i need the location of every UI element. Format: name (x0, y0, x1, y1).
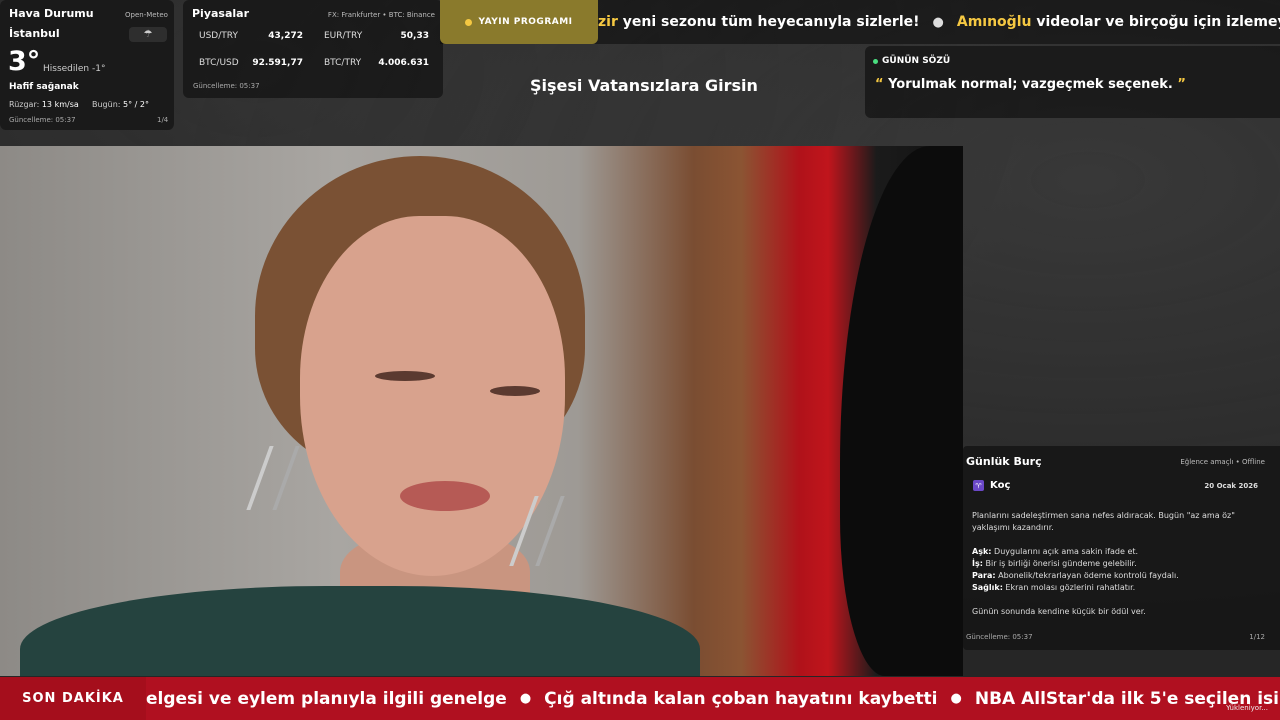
horoscope-closing: Günün sonunda kendine küçük bir ödül ver… (972, 607, 1146, 616)
dot-icon (465, 18, 473, 26)
ticker-highlight: zir (598, 14, 618, 30)
wind-value: 13 km/sa (41, 100, 79, 109)
markets-updated: Güncelleme: 05:37 (193, 82, 260, 90)
wind-label: Rüzgar: (9, 100, 40, 109)
news-item: Çığ altında kalan çoban hayatını kaybett… (544, 688, 938, 709)
weather-city: İstanbul (9, 27, 60, 40)
line-text: Bir iş birliği önerisi gündeme gelebilir… (982, 559, 1137, 568)
horoscope-body: Planlarını sadeleştirmen sana nefes aldı… (972, 510, 1272, 618)
loading-text: Yükleniyor... (1226, 704, 1268, 712)
stream-title: Şişesi Vatansızlara Girsin (530, 76, 758, 95)
horoscope-date: 20 Ocak 2026 (1204, 482, 1258, 490)
ticker-text: videolar ve birçoğu için izlemeye (1031, 14, 1280, 30)
horoscope-title: Günlük Burç (966, 455, 1042, 468)
market-label: EUR/TRY (324, 31, 363, 41)
today-value: 5° / 2° (123, 100, 149, 109)
horoscope-line: İş: Bir iş birliği önerisi gündeme geleb… (972, 558, 1272, 570)
bullet-icon: ● (950, 691, 962, 706)
video-frame-earring (246, 446, 300, 510)
today-label: Bugün: (92, 100, 121, 109)
market-value: 50,33 (400, 31, 429, 41)
weather-title: Hava Durumu (9, 7, 94, 20)
quote-widget: GÜNÜN SÖZÜ “ Yorulmak normal; vazgeçmek … (865, 46, 1280, 118)
breaking-news-label: SON DAKİKA (0, 677, 146, 720)
announcement-track: zir yeni sezonu tüm heyecanıyla sizlerle… (598, 0, 1280, 44)
market-value: 43,272 (268, 31, 303, 41)
line-text: Abonelik/tekrarlayan ödeme kontrolü fayd… (995, 571, 1179, 580)
video-frame-eye (375, 371, 435, 381)
rain-cloud-icon: ☂ (129, 27, 167, 42)
breaking-news-bar: SON DAKİKA elgesi ve eylem planıyla ilgi… (0, 677, 1280, 720)
line-label: Para: (972, 571, 996, 580)
bullet-icon: ● (519, 691, 532, 706)
breaking-news-track: elgesi ve eylem planıyla ilgili genelge … (146, 677, 1280, 720)
weather-today: Bugün: 5° / 2° (92, 100, 149, 109)
horoscope-sign: ♈ Koç (973, 480, 1010, 491)
line-text: Ekran molası gözlerini rahatlatır. (1002, 583, 1136, 592)
horoscope-widget: Günlük Burç Eğlence amaçlı • Offline ♈ Ko… (963, 446, 1280, 650)
ticker-item: Amınoğlu videolar ve birçoğu için izleme… (957, 14, 1280, 30)
program-schedule-label: YAYIN PROGRAMI (478, 17, 573, 27)
market-label: BTC/TRY (324, 58, 362, 68)
ticker-text: yeni sezonu tüm heyecanıyla sizlerle! (617, 14, 920, 30)
market-value: 92.591,77 (252, 58, 303, 68)
horoscope-line: Aşk: Duygularını açık ama sakin ifade et… (972, 546, 1272, 558)
weather-page-indicator: 1/4 (157, 116, 169, 124)
weather-source: Open-Meteo (125, 11, 168, 19)
horoscope-intro: Planlarını sadeleştirmen sana nefes aldı… (972, 511, 1235, 532)
markets-widget: Piyasalar FX: Frankfurter • BTC: Binance… (183, 0, 443, 98)
weather-feels-like: Hissedilen -1° (43, 64, 106, 74)
news-item: elgesi ve eylem planıyla ilgili genelge (146, 688, 507, 709)
quote-text: “ Yorulmak normal; vazgeçmek seçenek. ” (875, 77, 1186, 92)
quote-header: GÜNÜN SÖZÜ (873, 56, 950, 66)
quote-header-label: GÜNÜN SÖZÜ (882, 56, 951, 66)
weather-temperature: 3° (8, 46, 41, 77)
video-player[interactable] (0, 146, 963, 676)
program-schedule-button[interactable]: YAYIN PROGRAMI (440, 0, 598, 44)
market-label: USD/TRY (199, 31, 238, 41)
live-dot-icon (873, 58, 878, 64)
weather-widget: Hava Durumu Open-Meteo İstanbul ☂ 3° His… (0, 0, 174, 130)
ticker-highlight: Amınoğlu (956, 14, 1032, 30)
markets-title: Piyasalar (192, 7, 250, 20)
video-frame-lips (400, 481, 490, 511)
market-value: 4.006.631 (378, 58, 429, 68)
horoscope-line: Sağlık: Ekran molası gözlerini rahatlatı… (972, 582, 1272, 594)
weather-updated: Güncelleme: 05:37 (9, 116, 76, 124)
ticker-item: zir yeni sezonu tüm heyecanıyla sizlerle… (598, 14, 920, 30)
aries-icon: ♈ (973, 480, 984, 491)
line-label: Aşk: (972, 547, 992, 556)
horoscope-line: Para: Abonelik/tekrarlayan ödeme kontrol… (972, 570, 1272, 582)
video-frame-eye (490, 386, 540, 396)
horoscope-updated: Güncelleme: 05:37 (966, 633, 1033, 641)
line-text: Duygularını açık ama sakin ifade et. (991, 547, 1139, 556)
open-quote-icon: “ (875, 77, 884, 92)
weather-wind: Rüzgar: 13 km/sa (9, 100, 79, 109)
line-label: İş: (972, 559, 983, 568)
video-frame-second-person (840, 146, 963, 676)
video-frame-clothing (20, 586, 700, 676)
sign-name: Koç (990, 480, 1011, 491)
horoscope-page-indicator: 1/12 (1249, 633, 1265, 641)
quote-body: Yorulmak normal; vazgeçmek seçenek. (883, 77, 1178, 92)
bullet-icon: ● (932, 14, 944, 30)
close-quote-icon: ” (1177, 77, 1186, 92)
markets-source: FX: Frankfurter • BTC: Binance (327, 11, 435, 19)
weather-condition: Hafif sağanak (9, 82, 79, 92)
market-label: BTC/USD (199, 58, 239, 68)
line-label: Sağlık: (972, 583, 1003, 592)
horoscope-tag: Eğlence amaçlı • Offline (1180, 458, 1265, 466)
